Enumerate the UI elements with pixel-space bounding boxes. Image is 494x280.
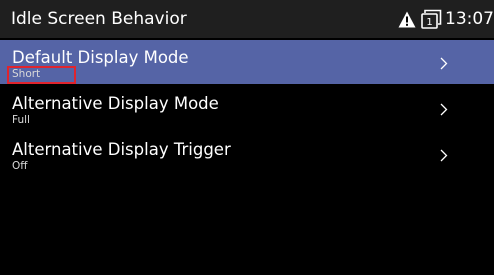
chevron-right-icon bbox=[440, 57, 448, 70]
menu-item-alternative-display-trigger[interactable]: Alternative Display Trigger Off bbox=[0, 132, 494, 176]
clock: 13:07 bbox=[445, 9, 494, 29]
highlight-box bbox=[7, 66, 76, 84]
menu-item-label: Alternative Display Mode bbox=[12, 94, 219, 113]
menu-item-label: Alternative Display Trigger bbox=[12, 140, 231, 159]
menu-item-value: Off bbox=[12, 160, 28, 172]
line-1-icon: 1 bbox=[421, 9, 442, 29]
menu-item-value: Full bbox=[12, 114, 30, 126]
chevron-right-icon bbox=[440, 103, 448, 116]
status-area: 1 13:07 bbox=[398, 9, 494, 29]
menu-item-default-display-mode[interactable]: Default Display Mode Short bbox=[0, 40, 494, 84]
title-bar: Idle Screen Behavior 1 13:07 bbox=[0, 0, 494, 38]
warning-icon bbox=[398, 11, 416, 27]
menu-item-alternative-display-mode[interactable]: Alternative Display Mode Full bbox=[0, 86, 494, 130]
phone-screen: Idle Screen Behavior 1 13:07 Default Dis… bbox=[0, 0, 494, 275]
menu-list: Default Display Mode Short Alternative D… bbox=[0, 40, 494, 178]
menu-item-label: Default Display Mode bbox=[12, 48, 189, 67]
page-title: Idle Screen Behavior bbox=[11, 9, 187, 29]
line-number: 1 bbox=[426, 17, 432, 28]
chevron-right-icon bbox=[440, 149, 448, 162]
